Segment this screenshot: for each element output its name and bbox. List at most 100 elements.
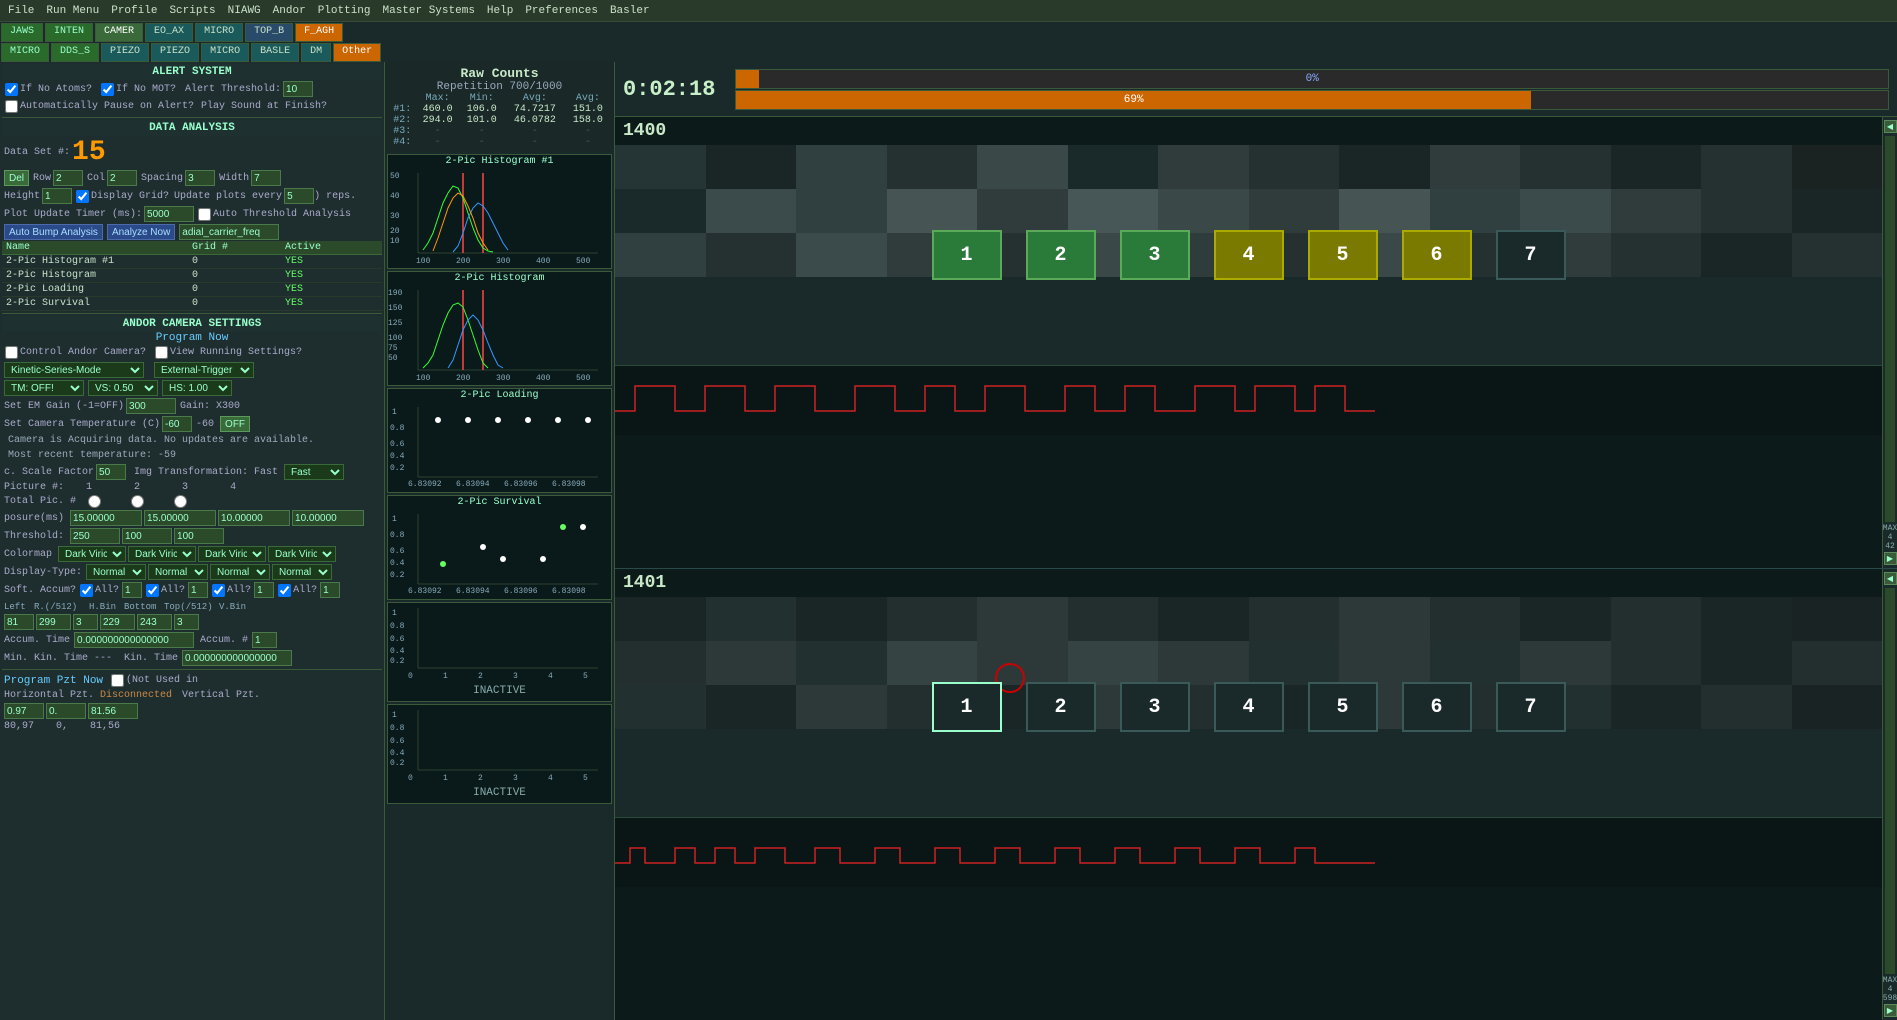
- display-select4[interactable]: Normal: [272, 564, 332, 580]
- total-pic-radio2[interactable]: [131, 495, 144, 508]
- exposure-input4[interactable]: [292, 510, 364, 526]
- img-transform-select[interactable]: Fast: [284, 464, 344, 480]
- tab-eoax[interactable]: EO_AX: [145, 23, 193, 42]
- table-row[interactable]: 2-Pic Histogram 0 YES: [2, 269, 382, 283]
- menu-plotting[interactable]: Plotting: [312, 3, 377, 19]
- row-input[interactable]: [53, 170, 83, 186]
- view-settings-checkbox[interactable]: [155, 346, 168, 359]
- update-input[interactable]: [284, 188, 314, 204]
- display-grid-checkbox[interactable]: [76, 190, 89, 203]
- kin-time-input[interactable]: [182, 650, 292, 666]
- left-input[interactable]: [4, 614, 34, 630]
- accum-time-input[interactable]: [74, 632, 194, 648]
- col-input[interactable]: [107, 170, 137, 186]
- temp-off-button[interactable]: OFF: [220, 416, 250, 432]
- spacing-input[interactable]: [185, 170, 215, 186]
- all-checkbox1[interactable]: [80, 584, 93, 597]
- del-button[interactable]: Del: [4, 170, 29, 186]
- threshold-input4[interactable]: [174, 528, 224, 544]
- display-select3[interactable]: Normal: [210, 564, 270, 580]
- analyze-now-button[interactable]: Analyze Now: [107, 224, 175, 240]
- all-checkbox3[interactable]: [212, 584, 225, 597]
- horiz-pzt-input2[interactable]: [46, 703, 86, 719]
- tab-micro2[interactable]: MICRO: [1, 43, 49, 62]
- menu-master[interactable]: Master Systems: [377, 3, 481, 19]
- control-camera-checkbox[interactable]: [5, 346, 18, 359]
- tab-other[interactable]: Other: [333, 43, 381, 62]
- kinetic-mode-select[interactable]: Kinetic-Series-Mode: [4, 362, 144, 378]
- scrollbar1-max-btn[interactable]: ▶: [1884, 552, 1897, 565]
- rbin-input[interactable]: [36, 614, 71, 630]
- tm-select[interactable]: TM: OFF!: [4, 380, 84, 396]
- carrier-freq-input[interactable]: [179, 224, 279, 240]
- if-no-mot-checkbox[interactable]: [101, 83, 114, 96]
- program-now-link[interactable]: Program Now: [2, 332, 382, 344]
- tab-ddss[interactable]: DDS_S: [51, 43, 99, 62]
- not-used-checkbox[interactable]: [111, 674, 124, 687]
- top-input[interactable]: [137, 614, 172, 630]
- bottom-input[interactable]: [100, 614, 135, 630]
- all-checkbox4[interactable]: [278, 584, 291, 597]
- auto-bump-button[interactable]: Auto Bump Analysis: [4, 224, 103, 240]
- tab-topb[interactable]: TOP_B: [245, 23, 293, 42]
- scrollbar2-min[interactable]: ◀: [1884, 572, 1897, 585]
- scrollbar2-max-btn[interactable]: ▶: [1884, 1004, 1897, 1017]
- tab-piezo2[interactable]: PIEZO: [151, 43, 199, 62]
- hbin-input[interactable]: [73, 614, 98, 630]
- menu-profile[interactable]: Profile: [105, 3, 163, 19]
- exposure-input3[interactable]: [218, 510, 290, 526]
- table-row[interactable]: 2-Pic Survival 0 YES: [2, 297, 382, 311]
- trigger-select[interactable]: External-Trigger: [154, 362, 254, 378]
- if-no-atoms-checkbox[interactable]: [5, 83, 18, 96]
- tab-basle[interactable]: BASLE: [251, 43, 299, 62]
- menu-niawg[interactable]: NIAWG: [222, 3, 267, 19]
- table-row[interactable]: 2-Pic Loading 0 YES: [2, 283, 382, 297]
- colormap-select3[interactable]: Dark Viric: [198, 546, 266, 562]
- tab-inten[interactable]: INTEN: [45, 23, 93, 42]
- menu-file[interactable]: File: [2, 3, 40, 19]
- auto-threshold-checkbox[interactable]: [198, 208, 211, 221]
- exposure-input2[interactable]: [144, 510, 216, 526]
- scrollbar1-track[interactable]: [1885, 136, 1895, 522]
- all-input4[interactable]: [320, 582, 340, 598]
- table-row[interactable]: 2-Pic Histogram #1 0 YES: [2, 255, 382, 269]
- all-input2[interactable]: [188, 582, 208, 598]
- threshold-input[interactable]: [283, 81, 313, 97]
- em-gain-input[interactable]: [126, 398, 176, 414]
- tab-dm[interactable]: DM: [301, 43, 331, 62]
- vbin-input[interactable]: [174, 614, 199, 630]
- total-pic-radio3[interactable]: [174, 495, 187, 508]
- display-select2[interactable]: Normal: [148, 564, 208, 580]
- hs-select[interactable]: HS: 1.00: [162, 380, 232, 396]
- threshold-input3[interactable]: [122, 528, 172, 544]
- menu-run[interactable]: Run Menu: [40, 3, 105, 19]
- vs-select[interactable]: VS: 0.50: [88, 380, 158, 396]
- menu-help[interactable]: Help: [481, 3, 519, 19]
- menu-preferences[interactable]: Preferences: [519, 3, 604, 19]
- menu-andor[interactable]: Andor: [267, 3, 312, 19]
- tab-micro3[interactable]: MICRO: [201, 43, 249, 62]
- tab-camer[interactable]: CAMER: [95, 23, 143, 42]
- accum-num-input[interactable]: [252, 632, 277, 648]
- temp-input[interactable]: [162, 416, 192, 432]
- horiz-pzt-input1[interactable]: [4, 703, 44, 719]
- all-input1[interactable]: [122, 582, 142, 598]
- tab-jaws[interactable]: JAWS: [1, 23, 43, 42]
- colormap-select1[interactable]: Dark Viric: [58, 546, 126, 562]
- height-input[interactable]: [42, 188, 72, 204]
- total-pic-radio1[interactable]: [88, 495, 101, 508]
- menu-basler[interactable]: Basler: [604, 3, 656, 19]
- plot-timer-input[interactable]: [144, 206, 194, 222]
- colormap-select2[interactable]: Dark Viric: [128, 546, 196, 562]
- display-select1[interactable]: Normal: [86, 564, 146, 580]
- vert-pzt-input[interactable]: [88, 703, 138, 719]
- tab-micro[interactable]: MICRO: [195, 23, 243, 42]
- auto-pause-checkbox[interactable]: [5, 100, 18, 113]
- scrollbar1-min[interactable]: ◀: [1884, 120, 1897, 133]
- colormap-select4[interactable]: Dark Viric: [268, 546, 336, 562]
- exposure-input1[interactable]: [70, 510, 142, 526]
- scrollbar2-track[interactable]: [1885, 588, 1895, 974]
- program-pzt-link[interactable]: Program Pzt Now: [4, 675, 103, 687]
- tab-fagh[interactable]: F_AGH: [295, 23, 343, 42]
- scale-factor-input[interactable]: [96, 464, 126, 480]
